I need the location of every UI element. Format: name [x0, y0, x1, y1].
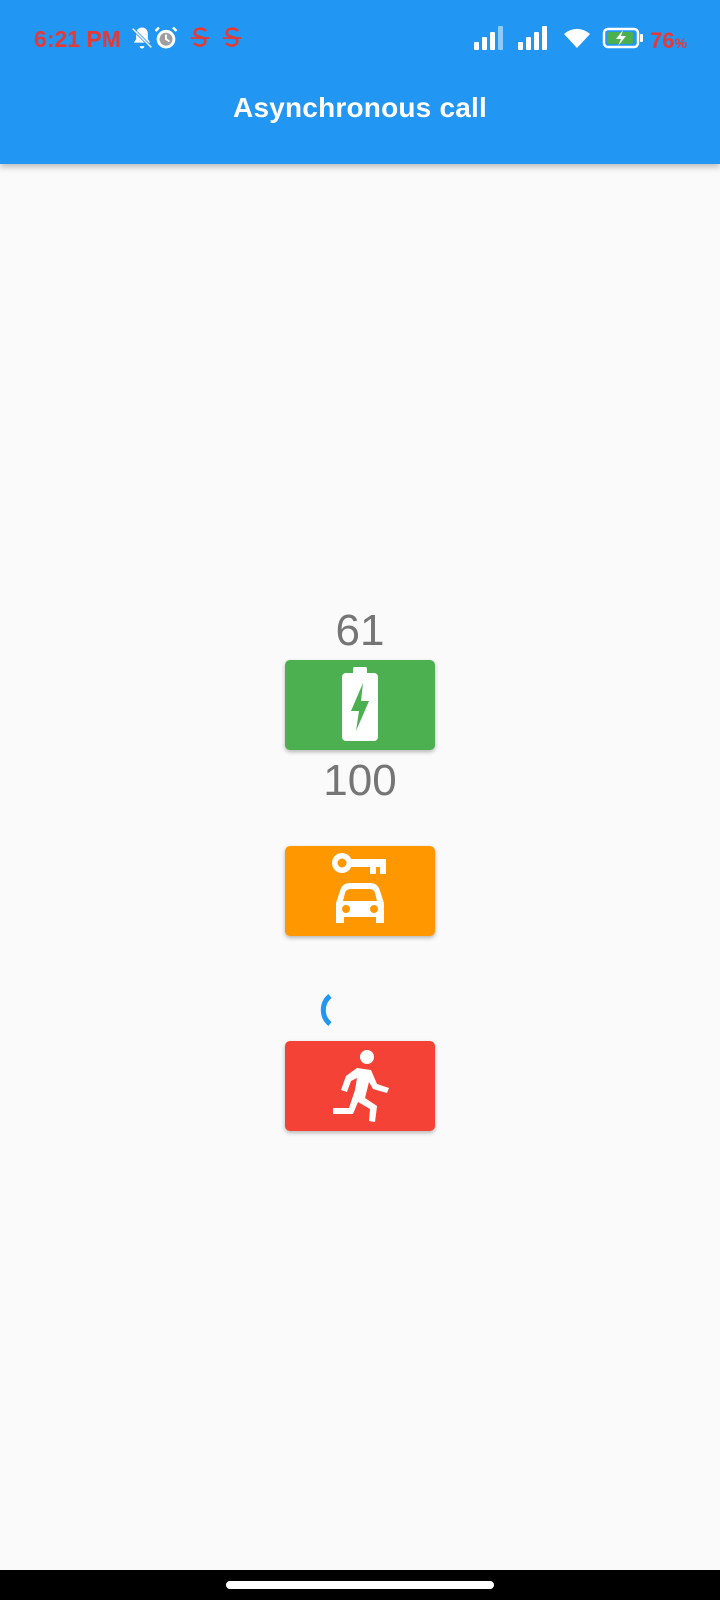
car-rental-button[interactable]	[285, 846, 435, 936]
battery-charging-icon	[602, 27, 643, 49]
running-person-icon	[333, 1050, 389, 1122]
page-title: Asynchronous call	[233, 92, 487, 123]
battery-charging-button[interactable]	[285, 660, 435, 750]
status-bar: 6:21 PM 76%	[0, 0, 720, 80]
car-key-icon	[332, 853, 386, 923]
signal-strength-icon	[518, 26, 547, 50]
app-bar: 6:21 PM 76% Asynchronous call	[0, 0, 720, 164]
battery-percent: 76%	[650, 28, 687, 53]
signal-strength-icon	[474, 26, 503, 50]
battery-charging-icon	[342, 667, 378, 741]
app-s-icon	[222, 27, 242, 47]
navigation-bar	[0, 1570, 720, 1600]
app-s-icon	[190, 27, 210, 47]
alarm-clock-icon	[154, 26, 178, 49]
run-button[interactable]	[285, 1041, 435, 1131]
loading-spinner	[320, 994, 332, 1026]
second-value-text: 100	[323, 756, 397, 805]
status-time: 6:21 PM	[34, 26, 121, 52]
first-value-text: 61	[335, 606, 385, 655]
wifi-icon	[564, 28, 590, 48]
home-gesture-handle[interactable]	[226, 1581, 494, 1589]
